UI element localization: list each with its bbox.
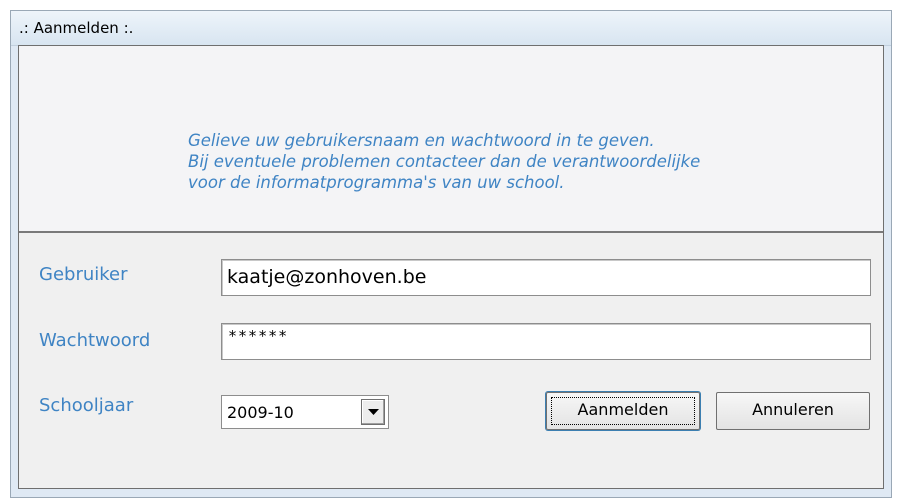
login-dialog: .: Aanmelden :. Gelieve uw gebruikersnaa… [10, 10, 892, 498]
title-bar[interactable]: .: Aanmelden :. [11, 11, 891, 46]
info-message: Gelieve uw gebruikersnaam en wachtwoord … [188, 130, 888, 193]
info-line-3: voor de informatprogramma's van uw schoo… [188, 173, 565, 192]
user-label: Gebruiker [39, 264, 128, 285]
password-label: Wachtwoord [39, 330, 151, 351]
info-panel: Gelieve uw gebruikersnaam en wachtwoord … [19, 46, 883, 233]
password-input-value: ****** [228, 327, 289, 345]
login-button-label: Aanmelden [577, 400, 669, 419]
cancel-button-label: Annuleren [752, 400, 834, 419]
info-line-2: Bij eventuele problemen contacteer dan d… [188, 152, 701, 171]
window-title: .: Aanmelden :. [19, 19, 134, 37]
info-line-1: Gelieve uw gebruikersnaam en wachtwoord … [188, 131, 655, 150]
password-input[interactable]: ****** [221, 323, 871, 360]
cancel-button[interactable]: Annuleren [716, 392, 870, 430]
user-input-value: kaatje@zonhoven.be [227, 266, 427, 288]
dialog-body: Gelieve uw gebruikersnaam en wachtwoord … [18, 45, 884, 489]
schoolyear-value: 2009-10 [227, 403, 294, 422]
chevron-down-icon[interactable] [361, 399, 385, 425]
login-button[interactable]: Aanmelden [546, 392, 700, 430]
user-input[interactable]: kaatje@zonhoven.be [221, 259, 871, 296]
schoolyear-select[interactable]: 2009-10 [221, 395, 389, 429]
schoolyear-label: Schooljaar [39, 395, 134, 416]
